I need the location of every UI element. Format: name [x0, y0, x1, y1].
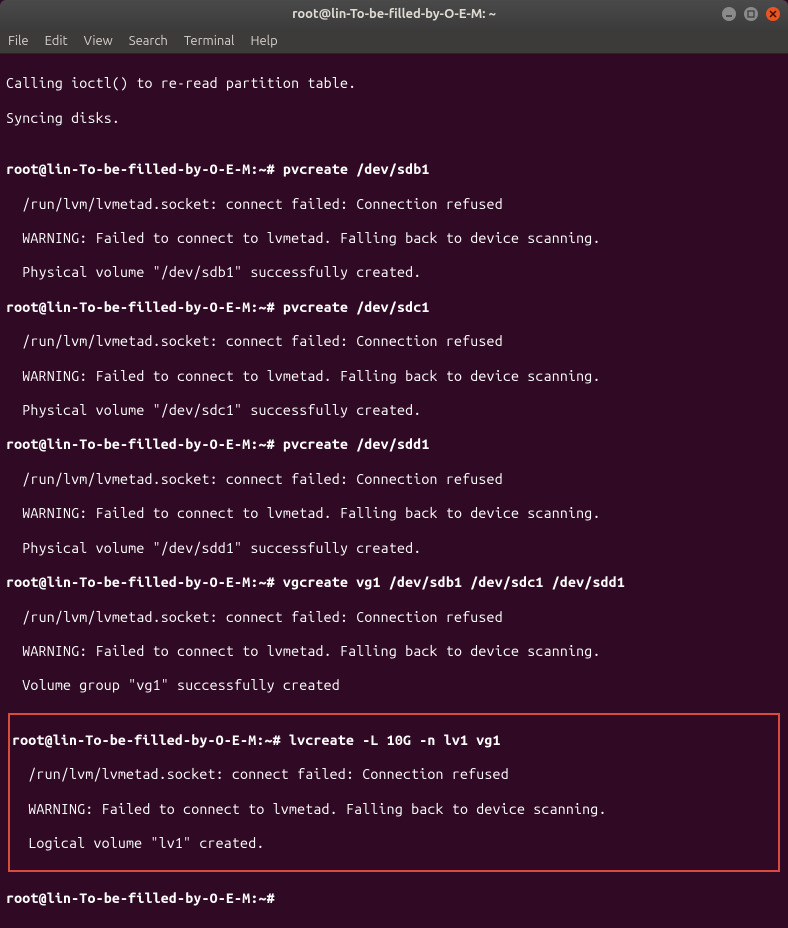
- window-title: root@lin-To-be-filled-by-O-E-M: ~: [292, 7, 496, 21]
- window-controls: [722, 7, 780, 21]
- terminal-line: WARNING: Failed to connect to lvmetad. F…: [6, 230, 782, 247]
- terminal-line: Physical volume "/dev/sdd1" successfully…: [6, 540, 782, 557]
- menu-terminal[interactable]: Terminal: [184, 34, 235, 48]
- terminal-line: Calling ioctl() to re-read partition tab…: [6, 75, 782, 92]
- terminal-prompt-line: root@lin-To-be-filled-by-O-E-M:~# pvcrea…: [6, 299, 782, 316]
- terminal-line: /run/lvm/lvmetad.socket: connect failed:…: [6, 196, 782, 213]
- terminal-line: /run/lvm/lvmetad.socket: connect failed:…: [6, 471, 782, 488]
- menu-file[interactable]: File: [8, 34, 29, 48]
- close-button[interactable]: [766, 7, 780, 21]
- terminal-prompt-line: root@lin-To-be-filled-by-O-E-M:~# vgcrea…: [6, 574, 782, 591]
- menu-help[interactable]: Help: [250, 34, 277, 48]
- highlighted-section: root@lin-To-be-filled-by-O-E-M:~# lvcrea…: [8, 713, 780, 872]
- minimize-button[interactable]: [722, 7, 736, 21]
- titlebar[interactable]: root@lin-To-be-filled-by-O-E-M: ~: [0, 0, 788, 28]
- terminal-line: Physical volume "/dev/sdb1" successfully…: [6, 264, 782, 281]
- menu-edit[interactable]: Edit: [45, 34, 68, 48]
- terminal-line: WARNING: Failed to connect to lvmetad. F…: [6, 643, 782, 660]
- terminal-line: WARNING: Failed to connect to lvmetad. F…: [6, 368, 782, 385]
- terminal-line: /run/lvm/lvmetad.socket: connect failed:…: [6, 333, 782, 350]
- maximize-button[interactable]: [744, 7, 758, 21]
- menu-view[interactable]: View: [84, 34, 113, 48]
- terminal-output[interactable]: Calling ioctl() to re-read partition tab…: [0, 54, 788, 928]
- terminal-current-prompt: root@lin-To-be-filled-by-O-E-M:~#: [6, 890, 782, 907]
- terminal-prompt-line: root@lin-To-be-filled-by-O-E-M:~# pvcrea…: [6, 161, 782, 178]
- terminal-prompt-line: root@lin-To-be-filled-by-O-E-M:~# pvcrea…: [6, 436, 782, 453]
- terminal-line: Volume group "vg1" successfully created: [6, 677, 782, 694]
- terminal-line: /run/lvm/lvmetad.socket: connect failed:…: [12, 766, 776, 783]
- terminal-prompt-line: root@lin-To-be-filled-by-O-E-M:~# lvcrea…: [12, 732, 776, 749]
- terminal-line: Logical volume "lv1" created.: [12, 835, 776, 852]
- terminal-line: WARNING: Failed to connect to lvmetad. F…: [12, 801, 776, 818]
- menu-search[interactable]: Search: [129, 34, 168, 48]
- terminal-line: WARNING: Failed to connect to lvmetad. F…: [6, 505, 782, 522]
- terminal-line: Syncing disks.: [6, 110, 782, 127]
- terminal-line: /run/lvm/lvmetad.socket: connect failed:…: [6, 609, 782, 626]
- menubar: File Edit View Search Terminal Help: [0, 28, 788, 54]
- terminal-line: Physical volume "/dev/sdc1" successfully…: [6, 402, 782, 419]
